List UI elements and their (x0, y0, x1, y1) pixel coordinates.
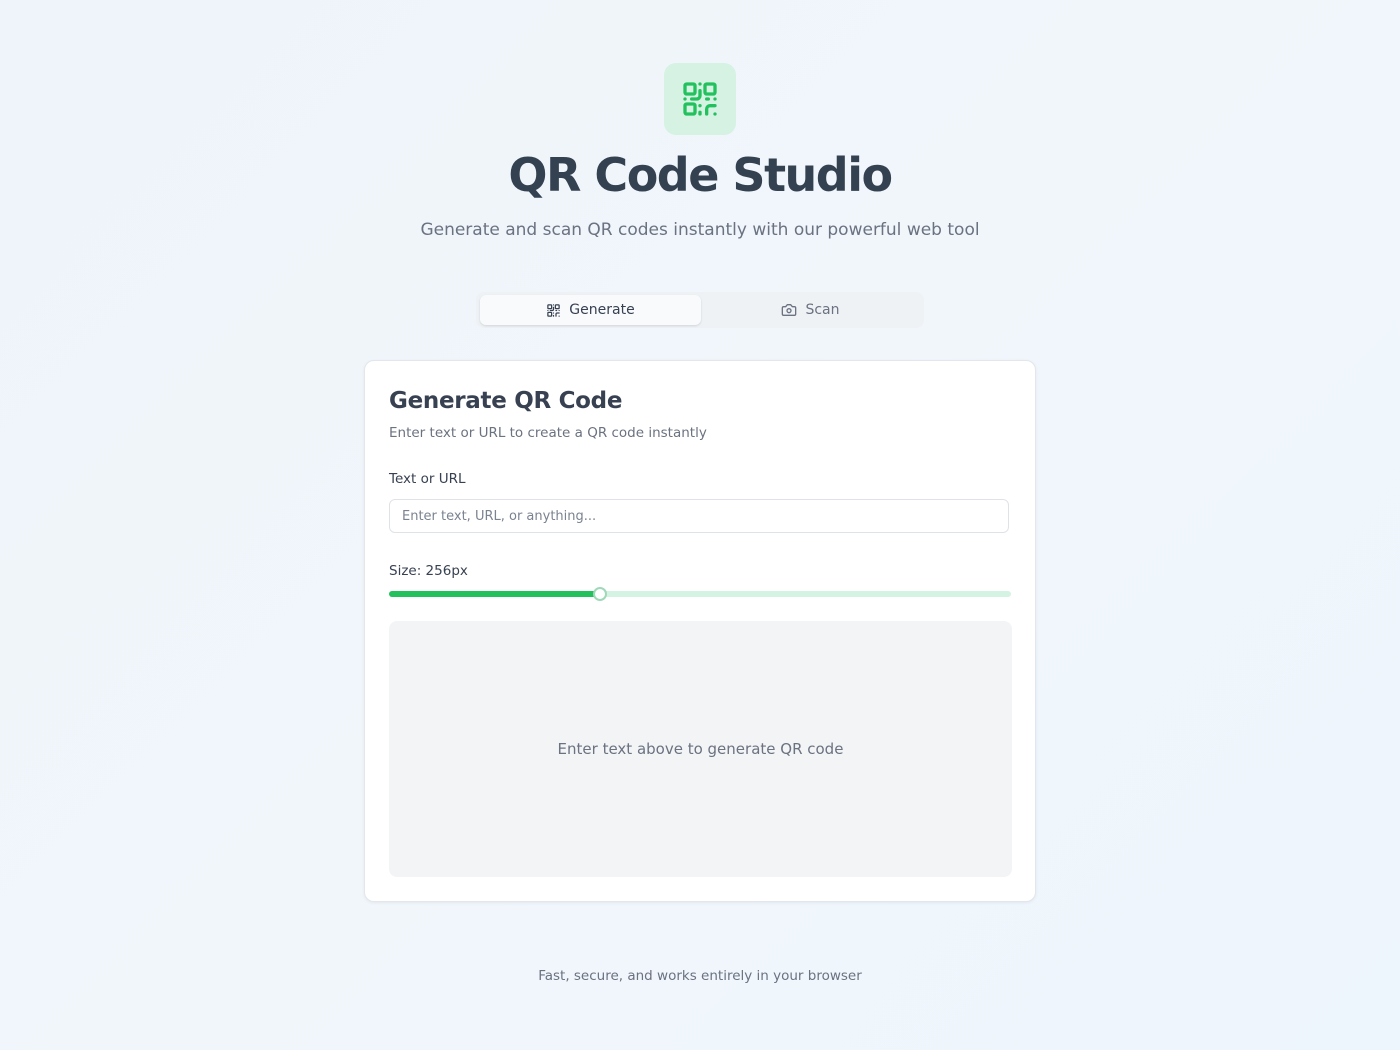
app-logo (664, 63, 736, 135)
text-url-input[interactable] (389, 499, 1009, 533)
camera-icon (782, 304, 797, 316)
qr-preview-area: Enter text above to generate QR code (389, 621, 1012, 877)
page-subtitle: Generate and scan QR codes instantly wit… (420, 220, 980, 240)
text-input-label: Text or URL (389, 471, 466, 487)
generate-card: Generate QR Code Enter text or URL to cr… (364, 360, 1036, 902)
tab-generate-label: Generate (569, 302, 635, 318)
qr-code-icon (547, 303, 561, 317)
tab-scan-label: Scan (805, 302, 840, 318)
size-label: Size: 256px (389, 563, 468, 579)
mode-tabs: Generate Scan (476, 292, 924, 328)
preview-placeholder: Enter text above to generate QR code (557, 740, 844, 758)
card-title: Generate QR Code (389, 388, 623, 414)
slider-fill (389, 591, 601, 597)
tab-generate[interactable]: Generate (480, 295, 701, 325)
slider-thumb[interactable] (593, 587, 608, 601)
size-slider[interactable] (389, 587, 1011, 601)
card-description: Enter text or URL to create a QR code in… (389, 425, 707, 441)
page-title: QR Code Studio (508, 148, 893, 202)
qr-code-icon (683, 82, 717, 116)
slider-track (389, 591, 1011, 597)
tab-scan[interactable]: Scan (700, 295, 921, 325)
footer-text: Fast, secure, and works entirely in your… (538, 968, 862, 984)
